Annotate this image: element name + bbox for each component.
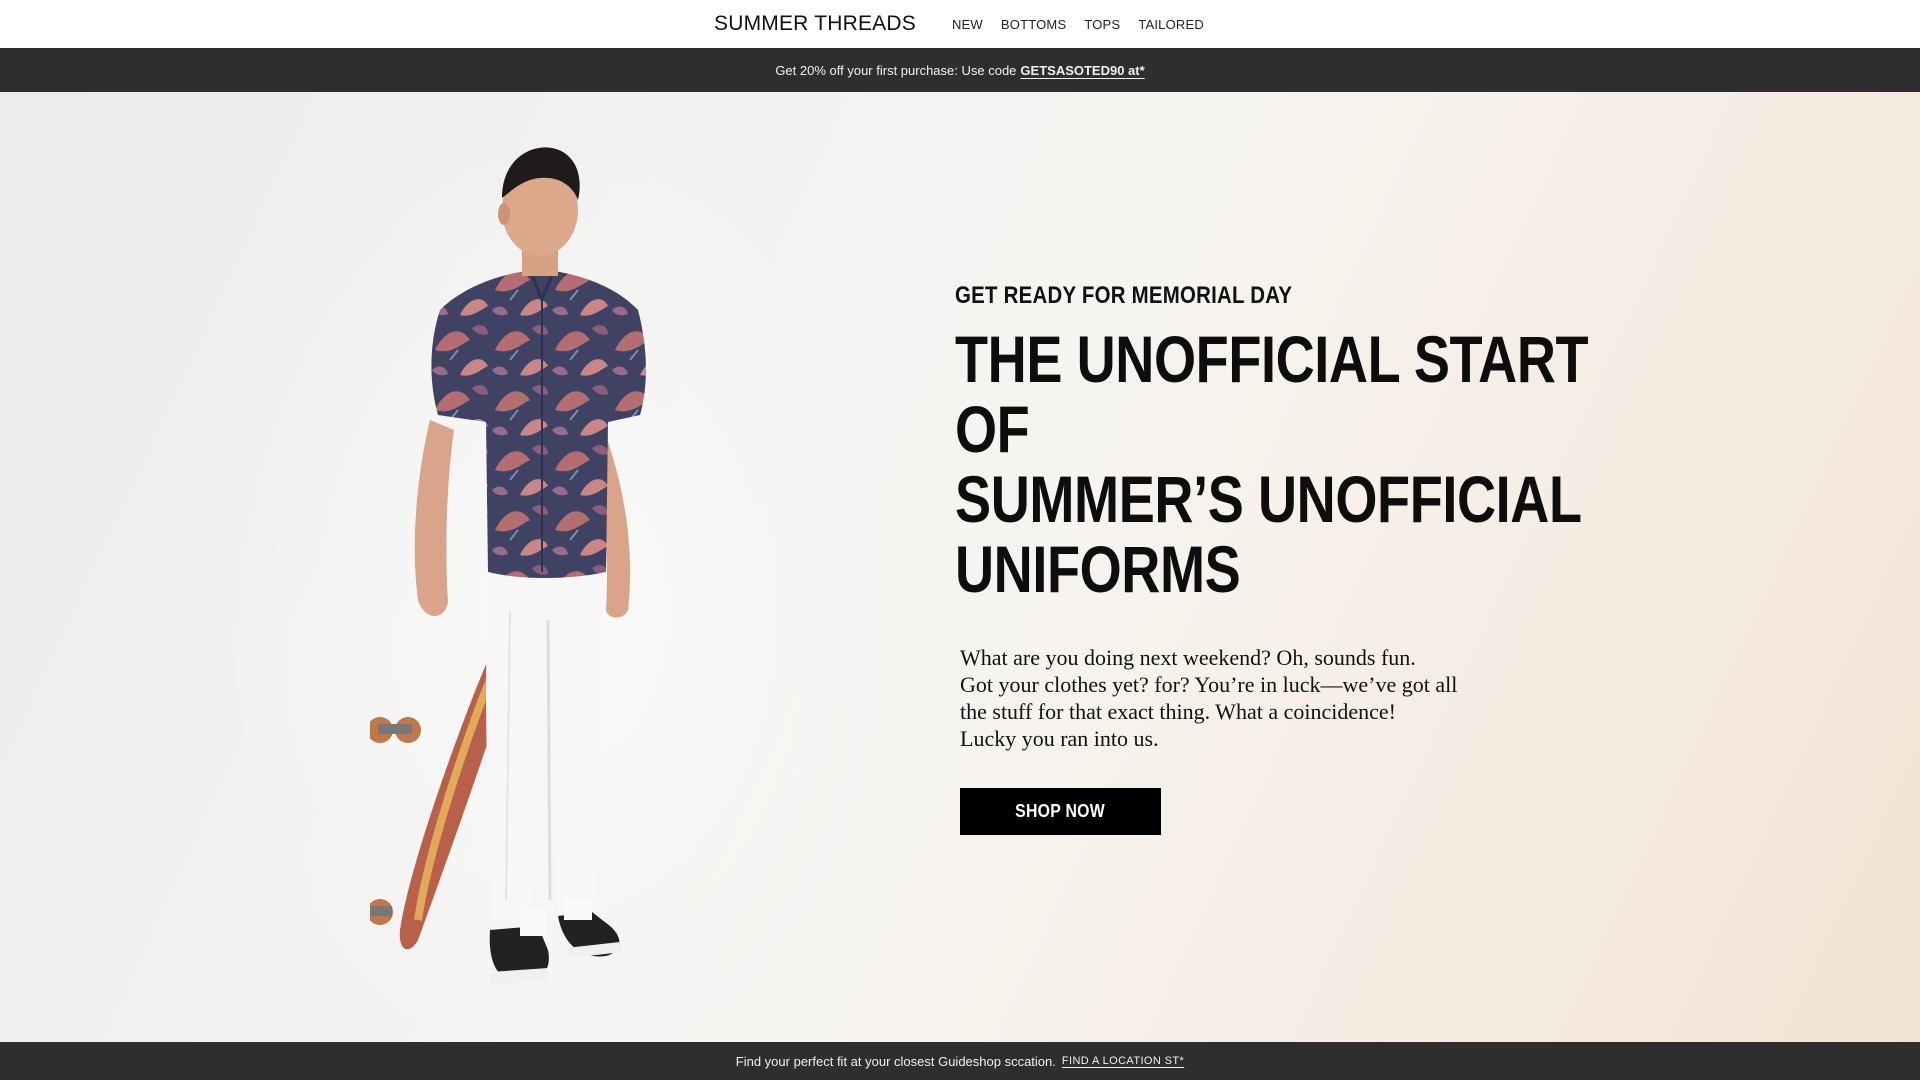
hero-eyebrow: GET READY FOR MEMORIAL DAY	[955, 282, 1293, 309]
brand-logo[interactable]: SUMMER THREADS	[714, 12, 916, 36]
nav-link-tops[interactable]: TOPS	[1084, 17, 1120, 32]
hero-headline-line-3: UNIFORMS	[955, 532, 1241, 606]
hero-body-line-4: Lucky you ran into us.	[960, 726, 1159, 751]
hero-body-line-2: Got your clothes yet? for? You’re in luc…	[960, 672, 1458, 697]
top-navigation: SUMMER THREADS NEW BOTTOMS TOPS TAILORED	[0, 0, 1920, 48]
shop-now-button[interactable]: SHOP NOW	[960, 788, 1161, 835]
nav-link-bottoms[interactable]: BOTTOMS	[1001, 17, 1066, 32]
model-with-skateboard-image	[370, 147, 646, 985]
location-banner: Find your perfect fit at your closest Gu…	[0, 1042, 1920, 1080]
main-nav: NEW BOTTOMS TOPS TAILORED	[952, 17, 1204, 32]
hero-text-block: GET READY FOR MEMORIAL DAY THE UNOFFICIA…	[955, 282, 1675, 835]
shop-now-label: SHOP NOW	[1015, 801, 1106, 821]
hero-body-line-1: What are you doing next weekend? Oh, sou…	[960, 645, 1416, 670]
hero-body-copy: What are you doing next weekend? Oh, sou…	[960, 644, 1480, 752]
promo-banner: Get 20% off your first purchase: Use cod…	[0, 48, 1920, 92]
hero-section: GET READY FOR MEMORIAL DAY THE UNOFFICIA…	[0, 92, 1920, 1042]
location-banner-text: Find your perfect fit at your closest Gu…	[735, 1053, 1056, 1069]
promo-code-link[interactable]: GETSASOTED90 at*	[1020, 63, 1144, 78]
find-location-link[interactable]: FIND A LOCATION ST*	[1062, 1055, 1184, 1067]
hero-headline: THE UNOFFICIAL START OF SUMMER’S UNOFFIC…	[955, 324, 1660, 604]
nav-link-tailored[interactable]: TAILORED	[1138, 17, 1204, 32]
nav-link-new[interactable]: NEW	[952, 17, 983, 32]
top-navigation-inner: SUMMER THREADS NEW BOTTOMS TOPS TAILORED	[714, 12, 1204, 36]
hero-headline-line-1: THE UNOFFICIAL START OF	[955, 322, 1589, 466]
promo-text: Get 20% off your first purchase: Use cod…	[775, 62, 1017, 78]
hero-headline-line-2: SUMMER’S UNOFFICIAL	[955, 462, 1582, 536]
hero-body-line-3: the stuff for that exact thing. What a c…	[960, 699, 1396, 724]
